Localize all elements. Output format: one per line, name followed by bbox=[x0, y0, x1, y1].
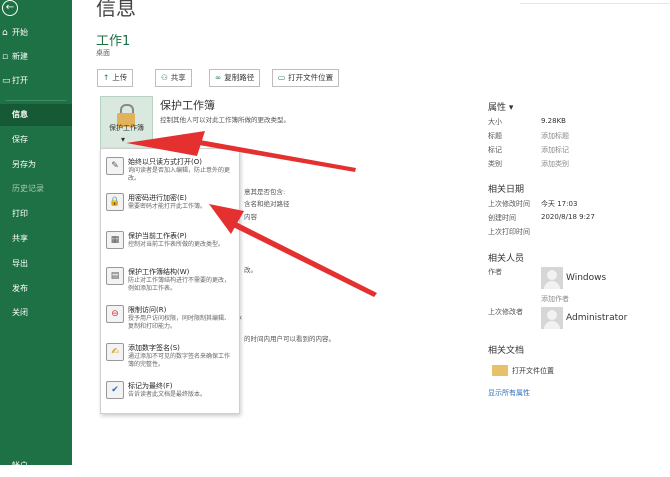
menu-item-protect-sheet[interactable]: ▦ 保护当前工作表(P) 控制对当前工作表所做的更改类型。 bbox=[101, 227, 239, 263]
workbook-icon: ▤ bbox=[106, 267, 124, 285]
sidebar-item-export[interactable]: 导出 bbox=[0, 253, 72, 275]
inspect-text-2: 含名和绝对路径 bbox=[244, 200, 290, 208]
menu-item-restrict-access[interactable]: ⊖ 限制访问(R) 授予用户访问权限，同时限制其编辑、复制和打印能力。 bbox=[101, 301, 239, 337]
protect-workbook-desc: 控制其他人可以对此工作簿所做的更改类型。 bbox=[160, 116, 290, 124]
upload-button[interactable]: ↑ 上传 bbox=[97, 69, 134, 87]
sidebar-item-save-as[interactable]: 另存为 bbox=[0, 154, 72, 176]
restrict-icon: ⊖ bbox=[106, 305, 124, 323]
sidebar-item-save[interactable]: 保存 bbox=[0, 129, 72, 151]
home-icon: ⌂ bbox=[2, 28, 8, 38]
menu-item-protect-structure[interactable]: ▤ 保护工作簿结构(W) 防止对工作簿结构进行不需要的更改，例如添加工作表。 bbox=[101, 263, 239, 299]
top-divider bbox=[520, 0, 670, 4]
show-all-properties-link[interactable]: 显示所有属性 bbox=[488, 388, 530, 398]
final-icon: ✔ bbox=[106, 381, 124, 399]
document-location: 桌面 bbox=[96, 49, 110, 57]
inspect-text-3: 内容 bbox=[244, 213, 257, 221]
related-dates-header: 相关日期 bbox=[488, 185, 525, 195]
link-icon: ∞ bbox=[215, 73, 222, 82]
document-name: 工作1 bbox=[96, 34, 131, 49]
menu-item-mark-final[interactable]: ✔ 标记为最终(F) 告诉读者此文档是最终版本。 bbox=[101, 377, 239, 413]
share-icon: ⚇ bbox=[161, 73, 168, 82]
sidebar-item-print[interactable]: 打印 bbox=[0, 203, 72, 225]
sidebar-divider bbox=[6, 100, 66, 101]
page-title: 信息 bbox=[96, 0, 136, 20]
protect-workbook-button[interactable]: 保护工作簿 ▾ bbox=[100, 96, 153, 150]
sidebar-item-account[interactable]: 帐户 bbox=[0, 455, 72, 477]
protect-workbook-title: 保护工作簿 bbox=[160, 99, 215, 112]
sidebar-item-close[interactable]: 关闭 bbox=[0, 302, 72, 324]
sidebar-item-share[interactable]: 共享 bbox=[0, 228, 72, 250]
sidebar-item-history[interactable]: 历史记录 bbox=[0, 178, 72, 200]
related-people-header: 相关人员 bbox=[488, 254, 525, 264]
inspect-text-1: 意其是否包含: bbox=[244, 188, 286, 196]
share-button[interactable]: ⚇ 共享 bbox=[155, 69, 192, 87]
protect-tile-label: 保护工作簿 bbox=[109, 124, 144, 132]
browser-view-text: 的时间内用户可以看到的内容。 bbox=[244, 335, 335, 343]
backstage-sidebar: ← ⌂ 开始 ▫ 新建 ▭ 打开 信息 保存 另存为 历史记录 打印 共享 导出 发布… bbox=[0, 0, 72, 470]
folder-open-icon: ▭ bbox=[2, 76, 11, 86]
upload-icon: ↑ bbox=[103, 73, 110, 82]
open-file-location-button[interactable]: ▭ 打开文件位置 bbox=[272, 69, 340, 87]
author-name: Windows bbox=[566, 273, 607, 283]
new-doc-icon: ▫ bbox=[2, 52, 9, 62]
sheet-icon: ▦ bbox=[106, 231, 124, 249]
sidebar-item-new[interactable]: ▫ 新建 bbox=[0, 46, 72, 68]
folder-icon bbox=[492, 365, 508, 376]
menu-item-digital-signature[interactable]: ✍ 添加数字签名(S) 通过添加不可见的数字签名来确保工作簿的完整性。 bbox=[101, 339, 239, 375]
sidebar-item-publish[interactable]: 发布 bbox=[0, 278, 72, 300]
related-documents-header: 相关文档 bbox=[488, 346, 525, 356]
chevron-down-icon: ▾ bbox=[121, 135, 126, 144]
arrow-shaft-bottom bbox=[233, 222, 377, 297]
sidebar-item-home[interactable]: ⌂ 开始 bbox=[0, 22, 72, 44]
signature-icon: ✍ bbox=[106, 343, 124, 361]
manage-text: 改。 bbox=[244, 266, 257, 274]
properties-header[interactable]: 属性 ▾ bbox=[488, 100, 513, 113]
avatar bbox=[541, 267, 563, 289]
sidebar-item-info[interactable]: 信息 bbox=[0, 104, 72, 126]
lock-icon: 🔒 bbox=[106, 193, 124, 211]
modifier-name: Administrator bbox=[566, 313, 628, 323]
menu-item-read-only[interactable]: ✎ 始终以只读方式打开(O) 询问读者是否加入编辑，防止意外的更改。 bbox=[101, 153, 239, 189]
pencil-icon: ✎ bbox=[106, 157, 124, 175]
menu-item-encrypt-password[interactable]: 🔒 用密码进行加密(E) 需要密码才能打开此工作簿。 bbox=[101, 189, 239, 225]
sidebar-item-open[interactable]: ▭ 打开 bbox=[0, 70, 72, 92]
avatar bbox=[541, 307, 563, 329]
back-arrow-icon[interactable]: ← bbox=[2, 0, 18, 16]
folder-icon: ▭ bbox=[278, 73, 286, 82]
protect-workbook-menu: ✎ 始终以只读方式打开(O) 询问读者是否加入编辑，防止意外的更改。 🔒 用密码… bbox=[100, 148, 240, 414]
copy-path-button[interactable]: ∞ 复制路径 bbox=[209, 69, 261, 87]
